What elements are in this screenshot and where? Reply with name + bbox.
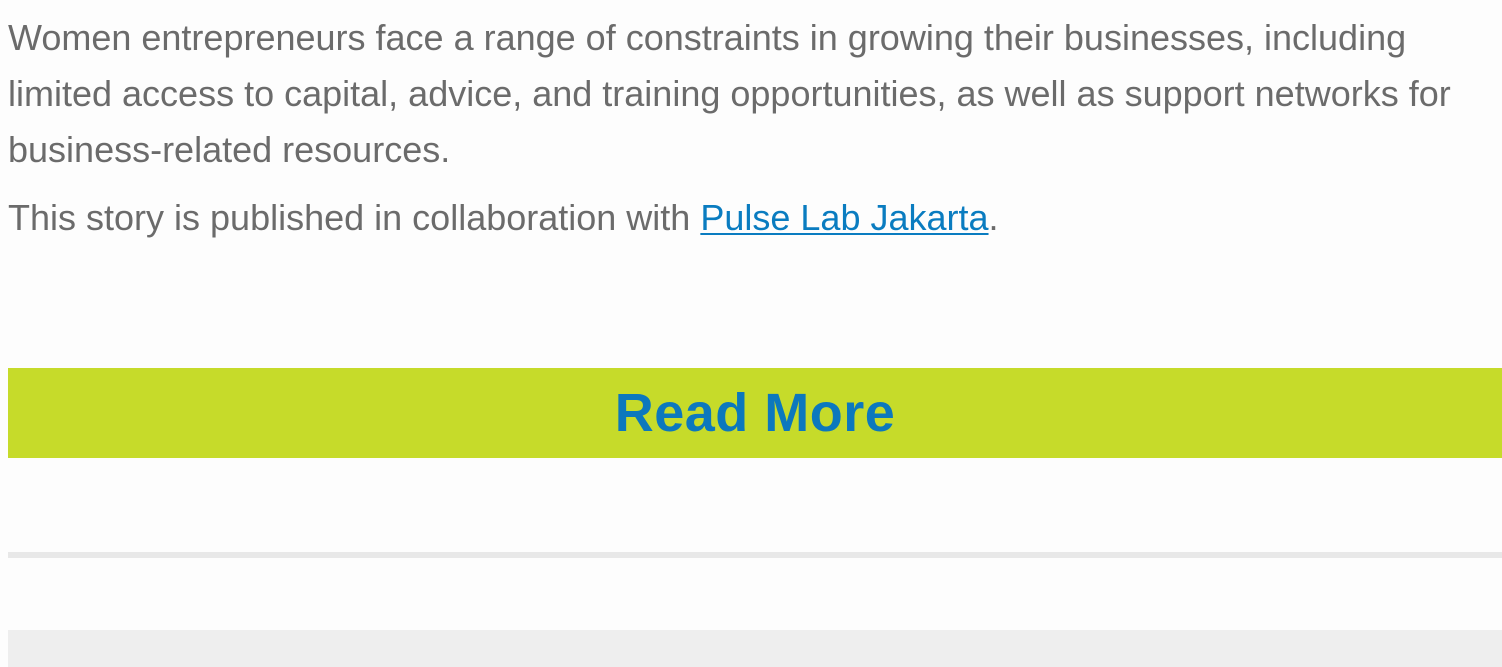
pulse-lab-jakarta-link[interactable]: Pulse Lab Jakarta <box>700 197 988 238</box>
footer-band <box>8 630 1502 667</box>
credit-suffix: . <box>988 197 999 238</box>
email-content: Women entrepreneurs face a range of cons… <box>0 0 1502 667</box>
read-more-label: Read More <box>614 383 896 443</box>
credit-paragraph: This story is published in collaboration… <box>8 190 1502 246</box>
credit-prefix: This story is published in collaboration… <box>8 197 701 238</box>
read-more-button[interactable]: Read More <box>8 368 1502 458</box>
intro-paragraph: Women entrepreneurs face a range of cons… <box>8 17 1451 170</box>
section-divider <box>8 552 1502 558</box>
article-body: Women entrepreneurs face a range of cons… <box>8 10 1502 246</box>
